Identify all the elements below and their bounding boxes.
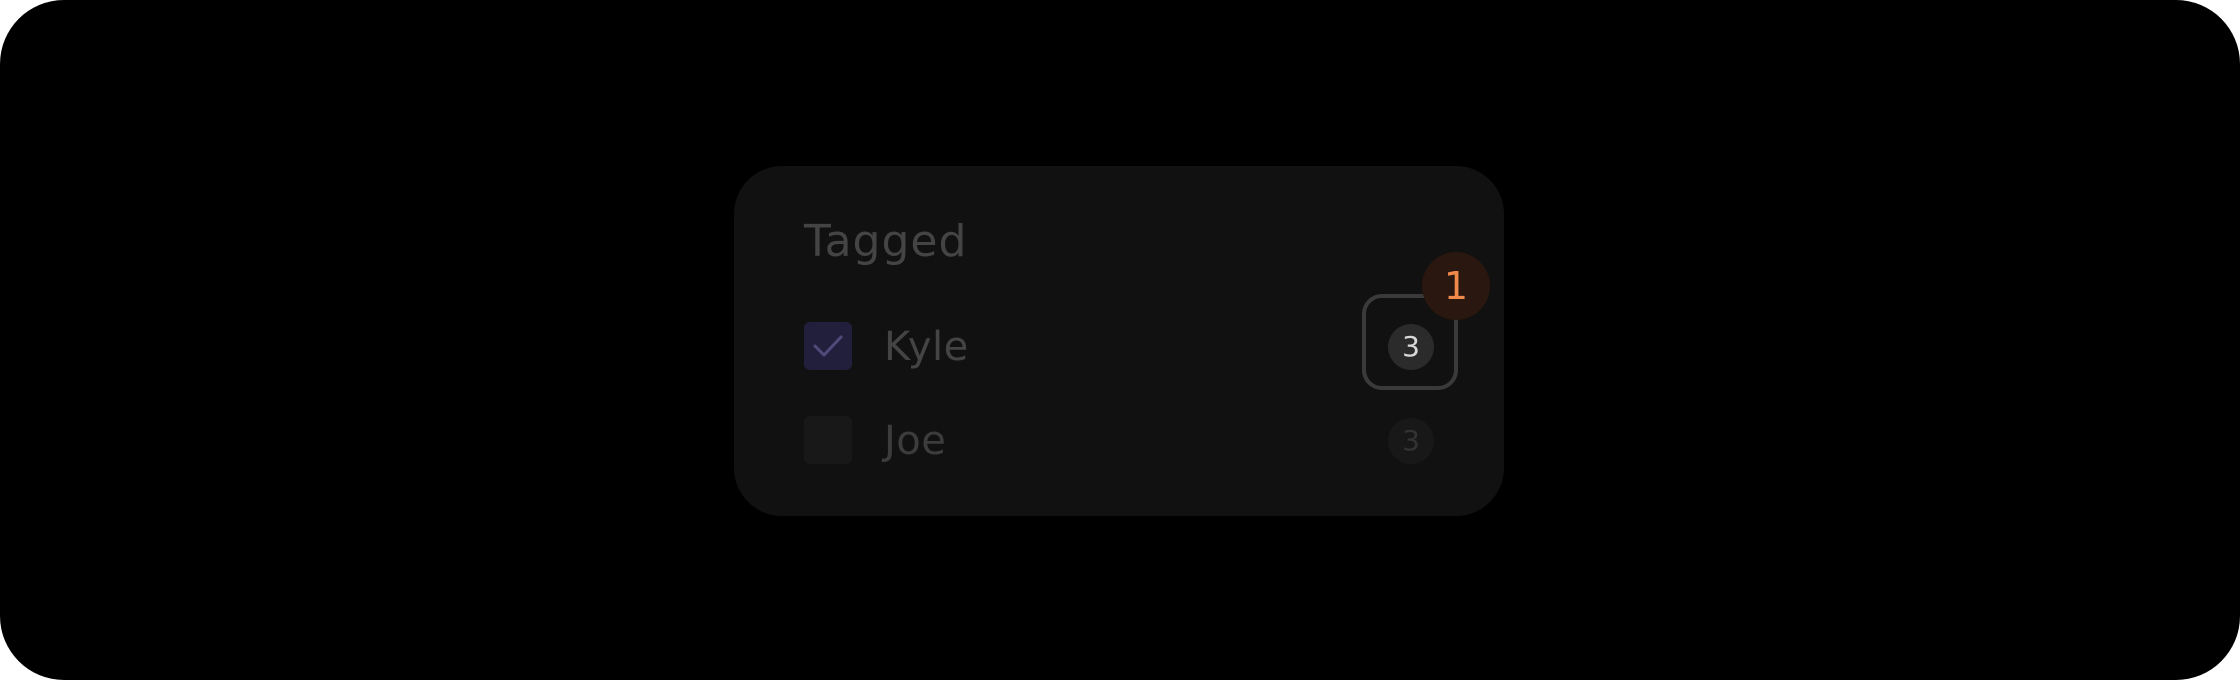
checkbox-joe[interactable] [804,416,852,464]
step-number-badge: 1 [1422,252,1490,320]
list-item-kyle[interactable]: Kyle 3 [804,322,1434,372]
list-item-joe[interactable]: Joe 3 [804,416,1434,466]
screen-background: Tagged Kyle 3 Joe 3 1 [0,0,2240,680]
check-icon [813,335,843,357]
item-label: Joe [884,418,947,464]
item-label: Kyle [884,324,969,370]
checkbox-kyle[interactable] [804,322,852,370]
count-badge: 3 [1388,418,1434,464]
card-title: Tagged [804,216,968,267]
